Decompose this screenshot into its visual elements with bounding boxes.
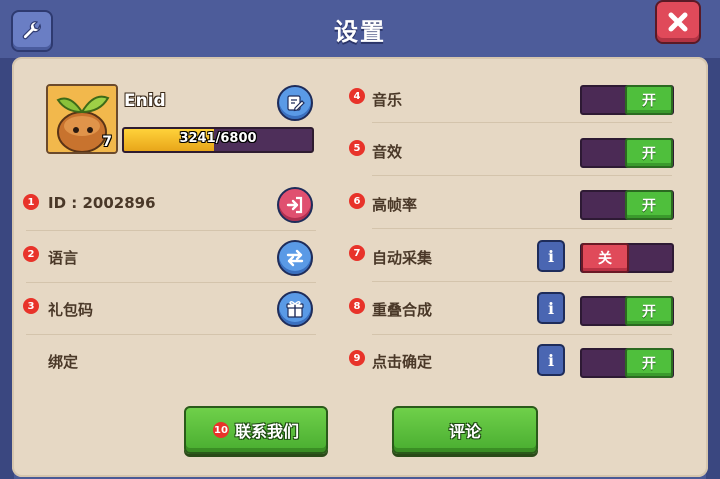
auto-collect-toggle[interactable]: 关: [580, 243, 674, 273]
edit-name-button[interactable]: [277, 85, 313, 121]
toggle-knob-on: 开: [625, 138, 673, 168]
stack-merge-label: 重叠合成: [372, 301, 433, 319]
divider: [372, 334, 672, 335]
gift-code-button[interactable]: [277, 291, 313, 327]
logout-button[interactable]: [277, 187, 313, 223]
divider: [372, 281, 672, 282]
row-badge-8: 8: [349, 298, 365, 314]
row-badge-7: 7: [349, 245, 365, 261]
row-badge-2: 2: [23, 246, 39, 262]
toggle-knob-on: 开: [625, 190, 673, 220]
auto-collect-info-button[interactable]: i: [537, 240, 565, 272]
edit-icon: [287, 95, 305, 112]
divider: [372, 228, 672, 229]
row-badge-5: 5: [349, 140, 365, 156]
music-toggle[interactable]: 开: [580, 85, 674, 115]
toggle-knob-on: 开: [625, 85, 673, 115]
divider: [26, 334, 316, 335]
gift-icon: [286, 301, 304, 318]
stack-merge-toggle[interactable]: 开: [580, 296, 674, 326]
divider: [26, 282, 316, 283]
row-badge-3: 3: [23, 298, 39, 314]
player-level: 7: [102, 134, 112, 150]
divider: [26, 230, 316, 231]
row-badge-10: 10: [212, 422, 229, 438]
high-framerate-toggle[interactable]: 开: [580, 190, 674, 220]
contact-us-label: 联系我们: [234, 422, 299, 441]
sound-effects-label: 音效: [372, 143, 403, 161]
sound-effects-toggle[interactable]: 开: [580, 138, 674, 168]
tap-confirm-toggle[interactable]: 开: [580, 348, 674, 378]
divider: [372, 122, 672, 123]
tap-confirm-info-button[interactable]: i: [537, 344, 565, 376]
right-border: [706, 0, 720, 479]
tap-confirm-label: 点击确定: [372, 353, 433, 371]
player-name: Enid: [124, 91, 166, 111]
gift-code-label: 礼包码: [48, 301, 94, 319]
xp-text: 3241/6800: [179, 131, 257, 146]
swap-arrows-icon: [286, 249, 304, 267]
close-x-icon: [668, 12, 688, 32]
review-button[interactable]: 评论: [392, 406, 538, 454]
language-button[interactable]: [277, 240, 313, 276]
toggle-knob-on: 开: [625, 296, 673, 326]
review-label: 评论: [448, 422, 481, 441]
language-label: 语言: [48, 249, 79, 267]
dialog-header: 设置: [0, 0, 720, 60]
player-id-label: ID : 2002896: [48, 194, 156, 212]
divider: [372, 175, 672, 176]
toggle-knob-on: 开: [625, 348, 673, 378]
row-badge-6: 6: [349, 193, 365, 209]
dialog-title: 设置: [334, 18, 386, 46]
auto-collect-label: 自动采集: [372, 249, 433, 267]
xp-progress-bar: 3241/6800: [122, 127, 314, 153]
row-badge-4: 4: [349, 88, 365, 104]
contact-us-button[interactable]: 10 联系我们: [184, 406, 328, 454]
player-avatar: 7: [46, 84, 118, 154]
close-button[interactable]: [655, 0, 701, 44]
stack-merge-info-button[interactable]: i: [537, 292, 565, 324]
high-framerate-label: 高帧率: [372, 196, 418, 214]
music-label: 音乐: [372, 91, 403, 109]
bind-account-label[interactable]: 绑定: [48, 351, 78, 372]
toggle-knob-off: 关: [581, 243, 629, 273]
row-badge-9: 9: [349, 350, 365, 366]
row-badge-1: 1: [23, 194, 39, 210]
logout-icon: [286, 196, 303, 214]
